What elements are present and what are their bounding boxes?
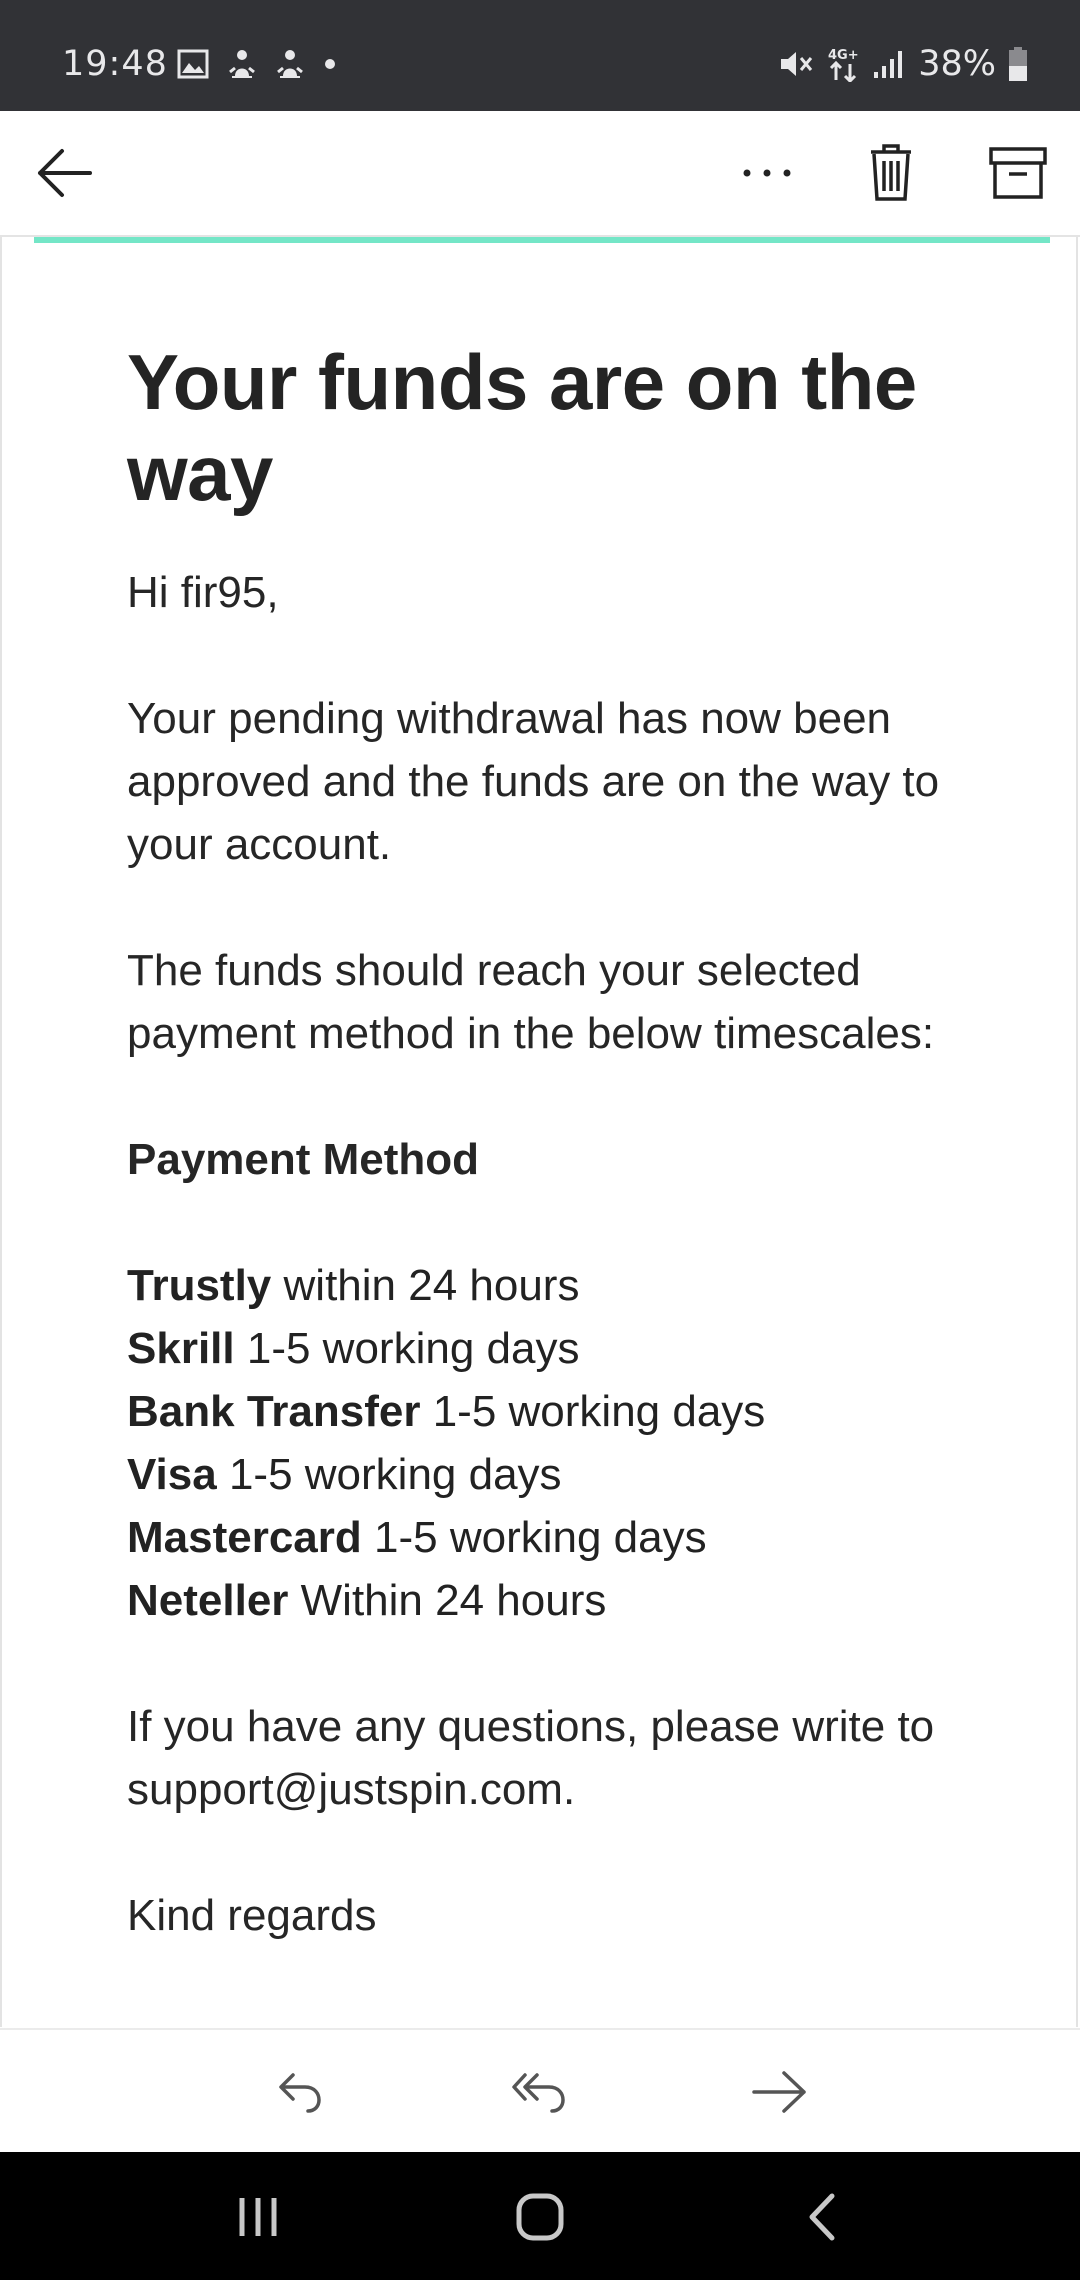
home-button[interactable]	[504, 2182, 576, 2252]
email-body: Your funds are on the way Hi fir95, Your…	[0, 237, 1078, 2027]
payment-method-row: Bank Transfer 1-5 working days	[127, 1380, 987, 1443]
reply-button[interactable]	[264, 2060, 336, 2124]
system-nav-bar	[0, 2152, 1080, 2280]
notification-icon	[229, 50, 255, 78]
dot-icon	[325, 59, 335, 69]
status-system-icons: 4G+ 38%	[778, 44, 1028, 84]
more-options-button[interactable]	[732, 141, 802, 205]
payment-method-time: 1-5 working days	[432, 1387, 766, 1436]
recents-icon	[239, 2198, 277, 2236]
mute-icon	[781, 52, 813, 76]
back-chevron-icon	[809, 2193, 835, 2241]
email-headline: Your funds are on the way	[127, 338, 917, 517]
reply-all-button[interactable]	[504, 2060, 576, 2124]
battery-icon	[1009, 47, 1027, 81]
delete-button[interactable]	[858, 135, 924, 211]
payment-method-list: Trustly within 24 hours Skrill 1-5 worki…	[127, 1254, 987, 1632]
payment-method-name: Mastercard	[127, 1513, 362, 1562]
status-notification-icons	[177, 48, 337, 80]
email-paragraph-timescales: The funds should reach your selected pay…	[127, 946, 935, 1058]
trash-icon	[871, 144, 911, 201]
system-back-button[interactable]	[786, 2182, 858, 2252]
email-action-bar	[0, 2028, 1080, 2154]
more-horizontal-icon	[743, 169, 791, 177]
arrow-left-icon	[38, 149, 92, 197]
payment-method-row: Neteller Within 24 hours	[127, 1569, 987, 1632]
payment-method-name: Bank Transfer	[127, 1387, 421, 1436]
reply-all-icon	[512, 2073, 565, 2113]
home-icon	[516, 2193, 564, 2241]
payment-method-time: 1-5 working days	[246, 1324, 580, 1373]
payment-method-name: Visa	[127, 1450, 217, 1499]
payment-method-row: Skrill 1-5 working days	[127, 1317, 987, 1380]
email-content: Your funds are on the way Hi fir95, Your…	[127, 337, 987, 2010]
signal-icon	[874, 51, 903, 78]
status-bar: 19:48 4G+ 38%	[0, 0, 1080, 111]
payment-method-name: Trustly	[127, 1261, 272, 1310]
forward-button[interactable]	[744, 2060, 816, 2124]
reply-icon	[279, 2073, 321, 2113]
recents-button[interactable]	[222, 2182, 294, 2252]
payment-method-time: 1-5 working days	[228, 1450, 562, 1499]
payment-method-row: Visa 1-5 working days	[127, 1443, 987, 1506]
payment-method-row: Mastercard 1-5 working days	[127, 1506, 987, 1569]
payment-method-heading: Payment Method	[127, 1135, 480, 1184]
image-icon	[177, 49, 209, 79]
payment-method-row: Trustly within 24 hours	[127, 1254, 987, 1317]
email-sign-off: Kind regards	[127, 1891, 377, 1940]
archive-button[interactable]	[982, 137, 1054, 209]
email-greeting: Hi fir95,	[127, 568, 279, 617]
payment-method-time: Within 24 hours	[300, 1576, 607, 1625]
email-paragraph-approved: Your pending withdrawal has now been app…	[127, 694, 940, 869]
4g-icon: 4G+	[828, 48, 859, 82]
svg-text:4G+: 4G+	[828, 48, 859, 63]
status-time: 19:48	[62, 44, 168, 84]
notification-icon	[277, 50, 303, 78]
payment-method-time: 1-5 working days	[374, 1513, 707, 1562]
app-bar	[0, 111, 1080, 237]
battery-percent: 38%	[918, 44, 996, 84]
payment-method-time: within 24 hours	[283, 1261, 580, 1310]
archive-icon	[989, 147, 1047, 199]
payment-method-name: Skrill	[127, 1324, 235, 1373]
accent-line	[34, 237, 1050, 243]
email-support-text: If you have any questions, please write …	[127, 1702, 935, 1814]
forward-icon	[752, 2071, 806, 2113]
payment-method-name: Neteller	[127, 1576, 289, 1625]
back-button[interactable]	[28, 141, 100, 205]
